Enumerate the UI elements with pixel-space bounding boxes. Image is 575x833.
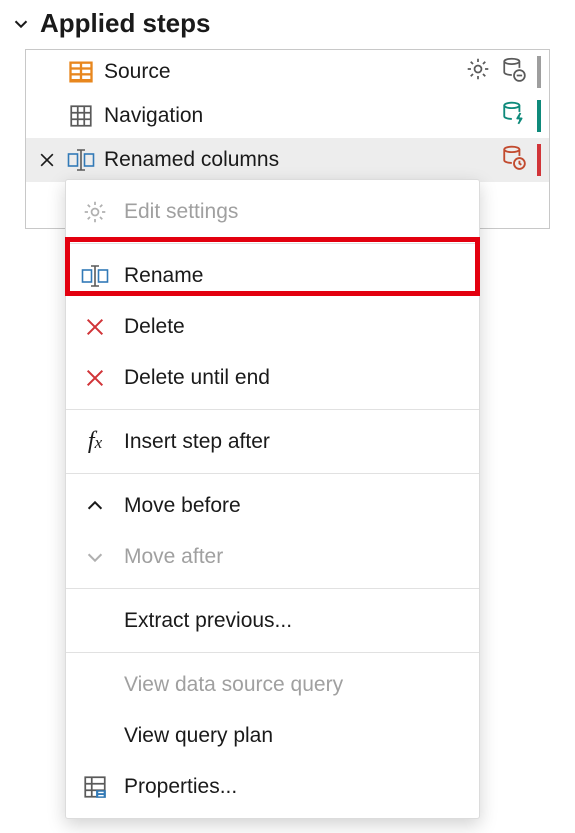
chevron-up-icon: [80, 491, 110, 521]
menu-delete[interactable]: Delete: [66, 301, 479, 352]
rename-icon: [80, 261, 110, 291]
table-orange-icon: [66, 57, 96, 87]
rename-columns-icon: [66, 145, 96, 175]
menu-label: Extract previous...: [124, 609, 292, 633]
menu-separator: [66, 588, 479, 589]
blank-icon: [80, 670, 110, 700]
step-context-menu: Edit settings Rename Delete Delete until…: [65, 179, 480, 819]
gear-icon[interactable]: [465, 56, 491, 88]
menu-separator: [66, 409, 479, 410]
menu-label: View query plan: [124, 724, 273, 748]
step-row-source[interactable]: Source: [26, 50, 549, 94]
blank-icon: [80, 606, 110, 636]
database-minus-icon[interactable]: [501, 56, 527, 88]
delete-x-icon: [80, 312, 110, 342]
properties-icon: [80, 772, 110, 802]
delete-slot: [36, 61, 58, 83]
row-status-bar: [537, 56, 541, 88]
step-row-navigation[interactable]: Navigation: [26, 94, 549, 138]
menu-edit-settings: Edit settings: [66, 186, 479, 237]
menu-delete-until-end[interactable]: Delete until end: [66, 352, 479, 403]
applied-steps-header[interactable]: Applied steps: [0, 0, 575, 49]
menu-move-after: Move after: [66, 531, 479, 582]
menu-separator: [66, 652, 479, 653]
gear-icon: [80, 197, 110, 227]
menu-separator: [66, 243, 479, 244]
menu-label: Insert step after: [124, 430, 270, 454]
menu-label: Move after: [124, 545, 223, 569]
menu-label: Move before: [124, 494, 241, 518]
chevron-down-icon: [80, 542, 110, 572]
database-bolt-icon[interactable]: [501, 100, 527, 132]
menu-label: Delete: [124, 315, 185, 339]
step-label: Source: [104, 60, 457, 84]
menu-label: Rename: [124, 264, 203, 288]
expand-chevron-icon: [10, 13, 32, 35]
menu-insert-step-after[interactable]: fx Insert step after: [66, 416, 479, 467]
table-gray-icon: [66, 101, 96, 131]
delete-x-icon: [80, 363, 110, 393]
menu-label: Properties...: [124, 775, 237, 799]
menu-rename[interactable]: Rename: [66, 250, 479, 301]
delete-step-icon[interactable]: [36, 149, 58, 171]
step-label: Navigation: [104, 104, 493, 128]
row-status-bar: [537, 144, 541, 176]
step-label: Renamed columns: [104, 148, 493, 172]
menu-view-data-source-query: View data source query: [66, 659, 479, 710]
fx-icon: fx: [80, 427, 110, 457]
row-status-bar: [537, 100, 541, 132]
blank-icon: [80, 721, 110, 751]
menu-properties[interactable]: Properties...: [66, 761, 479, 812]
menu-view-query-plan[interactable]: View query plan: [66, 710, 479, 761]
applied-steps-title: Applied steps: [40, 8, 210, 39]
delete-slot: [36, 105, 58, 127]
menu-separator: [66, 473, 479, 474]
menu-move-before[interactable]: Move before: [66, 480, 479, 531]
menu-label: Edit settings: [124, 200, 238, 224]
menu-label: Delete until end: [124, 366, 270, 390]
step-row-renamed-columns[interactable]: Renamed columns: [26, 138, 549, 182]
database-clock-icon[interactable]: [501, 144, 527, 176]
menu-extract-previous[interactable]: Extract previous...: [66, 595, 479, 646]
menu-label: View data source query: [124, 673, 343, 697]
